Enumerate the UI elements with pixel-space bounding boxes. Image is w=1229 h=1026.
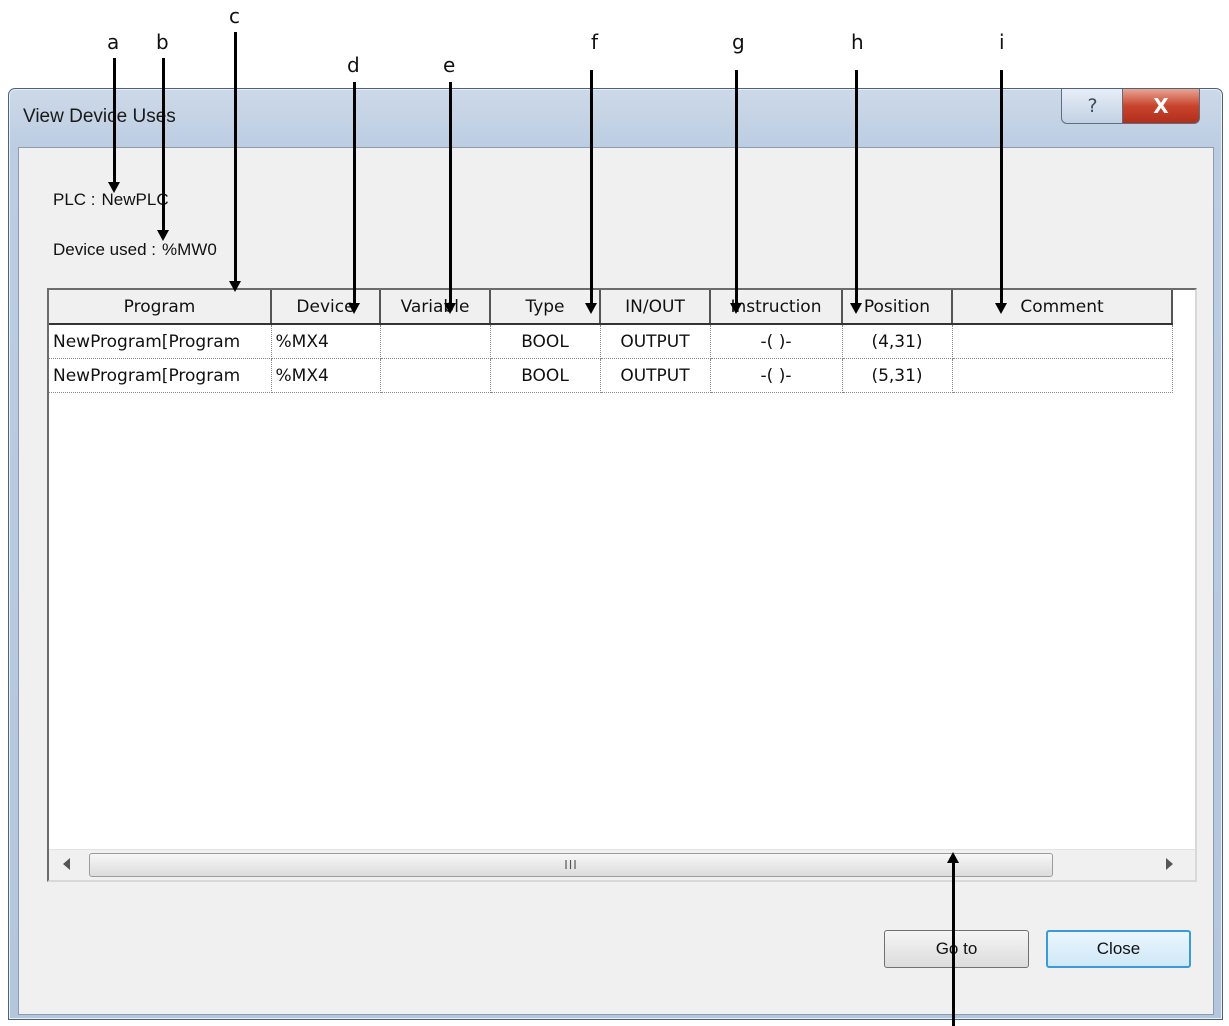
cell-position[interactable]: (4,31) bbox=[842, 324, 953, 359]
cell-program[interactable]: NewProgram[Program bbox=[49, 324, 272, 359]
annotation-arrow-f bbox=[590, 70, 593, 304]
annotation-f: f bbox=[591, 30, 599, 54]
annotation-h: h bbox=[851, 30, 864, 54]
column-header-variable[interactable]: Variable bbox=[380, 290, 491, 325]
window-close-button[interactable]: X bbox=[1122, 89, 1200, 124]
help-icon: ? bbox=[1087, 95, 1098, 117]
cell-in-out[interactable]: OUTPUT bbox=[600, 358, 711, 393]
annotation-arrow-e bbox=[449, 82, 452, 304]
cell-device[interactable]: %MX4 bbox=[271, 324, 381, 359]
cell-position[interactable]: (5,31) bbox=[842, 358, 953, 393]
column-header-comment[interactable]: Comment bbox=[952, 290, 1173, 325]
annotation-d: d bbox=[347, 53, 360, 77]
annotation-c: c bbox=[229, 4, 240, 28]
title-bar: View Device Uses ? X bbox=[9, 89, 1222, 146]
scrollbar-grip: III bbox=[564, 858, 578, 872]
device-uses-grid: Program Device Variable Type IN/OUT Inst… bbox=[47, 288, 1197, 882]
horizontal-scrollbar[interactable]: III bbox=[49, 849, 1195, 880]
annotation-arrow-d bbox=[353, 82, 356, 304]
annotation-arrow-g bbox=[735, 70, 738, 304]
annotation-arrowhead-f bbox=[585, 303, 597, 314]
annotation-arrowhead-e bbox=[444, 303, 456, 314]
cell-type[interactable]: BOOL bbox=[490, 358, 601, 393]
cell-comment[interactable] bbox=[952, 358, 1173, 393]
dialog-body: PLC : NewPLC Device used : %MW0 Program De… bbox=[18, 147, 1214, 1015]
annotation-arrow-goto bbox=[952, 862, 955, 1026]
annotation-arrowhead-c bbox=[229, 281, 241, 292]
annotation-b: b bbox=[156, 30, 169, 54]
cell-comment[interactable] bbox=[952, 324, 1173, 359]
chevron-left-icon[interactable] bbox=[63, 858, 70, 870]
window-title: View Device Uses bbox=[23, 106, 176, 127]
close-button[interactable]: Close bbox=[1046, 930, 1191, 968]
annotation-arrowhead-d bbox=[348, 303, 360, 314]
table-row[interactable]: NewProgram[Program %MX4 BOOL OUTPUT -( )… bbox=[49, 358, 1173, 393]
annotation-i: i bbox=[999, 30, 1005, 54]
annotation-arrow-b bbox=[162, 58, 165, 231]
column-header-device[interactable]: Device bbox=[271, 290, 381, 325]
view-device-uses-dialog: View Device Uses ? X PLC : NewPLC Device … bbox=[8, 88, 1223, 1020]
annotation-g: g bbox=[732, 30, 745, 54]
cell-instruction[interactable]: -( )- bbox=[710, 324, 843, 359]
annotation-arrowhead-b bbox=[157, 230, 169, 241]
column-header-in-out[interactable]: IN/OUT bbox=[600, 290, 711, 325]
annotation-a: a bbox=[107, 30, 120, 54]
annotation-arrow-h bbox=[855, 70, 858, 304]
go-to-button[interactable]: Go to bbox=[884, 930, 1029, 968]
cell-variable[interactable] bbox=[380, 358, 491, 393]
cell-variable[interactable] bbox=[380, 324, 491, 359]
cell-in-out[interactable]: OUTPUT bbox=[600, 324, 711, 359]
plc-info: PLC : NewPLC bbox=[53, 190, 169, 210]
scrollbar-thumb[interactable]: III bbox=[89, 853, 1053, 877]
annotation-arrowhead-h bbox=[850, 303, 862, 314]
annotation-arrow-a bbox=[113, 58, 116, 183]
cell-type[interactable]: BOOL bbox=[490, 324, 601, 359]
table-row[interactable]: NewProgram[Program %MX4 BOOL OUTPUT -( )… bbox=[49, 324, 1173, 359]
plc-label: PLC : bbox=[53, 190, 96, 209]
help-button[interactable]: ? bbox=[1061, 89, 1124, 124]
annotation-arrowhead-goto bbox=[947, 852, 959, 863]
close-icon: X bbox=[1153, 94, 1169, 118]
annotation-arrow-c bbox=[234, 32, 237, 282]
annotation-arrow-i bbox=[1000, 70, 1003, 304]
device-used-info: Device used : %MW0 bbox=[53, 240, 217, 260]
column-header-program[interactable]: Program bbox=[49, 290, 272, 325]
chevron-right-icon[interactable] bbox=[1166, 858, 1173, 870]
cell-device[interactable]: %MX4 bbox=[271, 358, 381, 393]
annotation-arrowhead-g bbox=[730, 303, 742, 314]
column-header-type[interactable]: Type bbox=[490, 290, 601, 325]
annotation-e: e bbox=[443, 53, 456, 77]
annotation-arrowhead-a bbox=[108, 182, 120, 193]
device-used-value: %MW0 bbox=[162, 240, 217, 259]
device-used-label: Device used : bbox=[53, 240, 156, 259]
cell-program[interactable]: NewProgram[Program bbox=[49, 358, 272, 393]
cell-instruction[interactable]: -( )- bbox=[710, 358, 843, 393]
annotation-arrowhead-i bbox=[995, 303, 1007, 314]
